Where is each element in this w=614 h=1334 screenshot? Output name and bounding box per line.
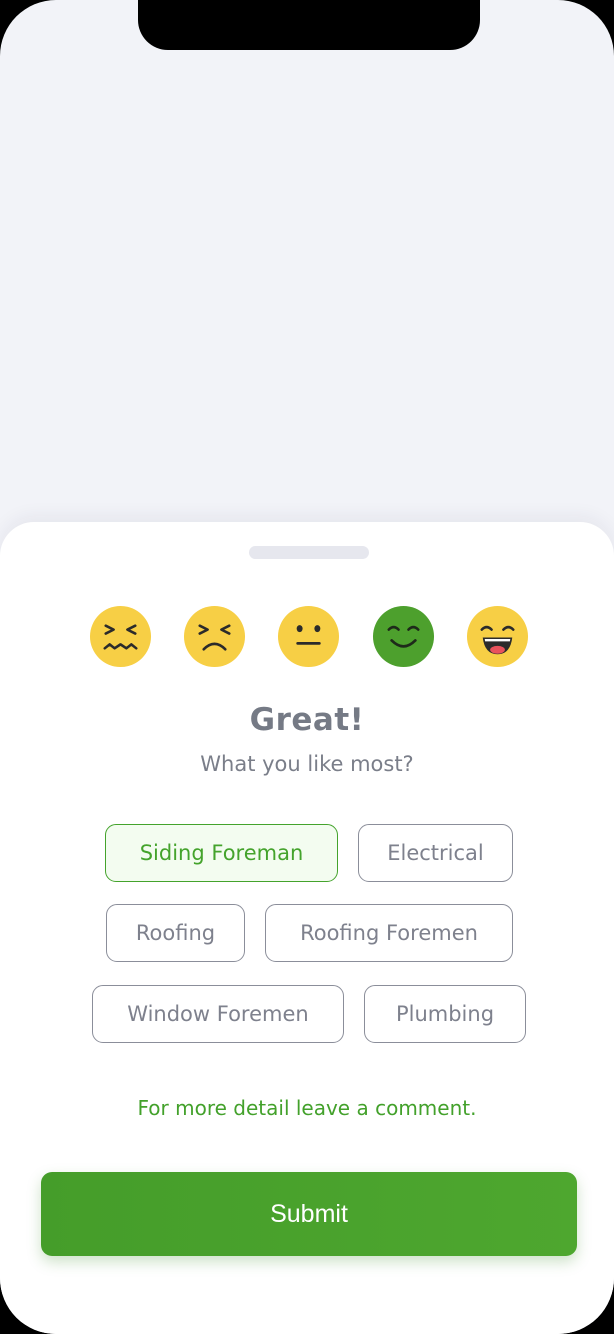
persevering-face-icon[interactable] (183, 605, 246, 668)
sheet-drag-handle[interactable] (249, 546, 369, 559)
rating-subheading: What you like most? (200, 752, 414, 776)
feedback-bottom-sheet: Great! What you like most? Siding Forema… (0, 522, 614, 1334)
tag-chip-roofing[interactable]: Roofing (106, 904, 245, 962)
phone-screen: Great! What you like most? Siding Forema… (0, 0, 614, 1334)
submit-button[interactable]: Submit (41, 1172, 577, 1256)
grinning-face-icon[interactable] (466, 605, 529, 668)
tag-chip-electrical[interactable]: Electrical (358, 824, 513, 882)
neutral-face-icon[interactable] (277, 605, 340, 668)
rating-heading: Great! (249, 702, 365, 738)
rating-emoji-row (0, 605, 614, 669)
tag-chip-plumbing[interactable]: Plumbing (364, 985, 526, 1043)
tag-chip-window-foremen[interactable]: Window Foremen (92, 985, 344, 1043)
leave-comment-link[interactable]: For more detail leave a comment. (0, 1096, 614, 1120)
confounded-face-icon[interactable] (89, 605, 152, 668)
tag-chip-siding-foreman[interactable]: Siding Foreman (105, 824, 338, 882)
device-notch (138, 0, 480, 50)
smiling-face-icon[interactable] (372, 605, 435, 668)
tag-chip-roofing-foremen[interactable]: Roofing Foremen (265, 904, 513, 962)
